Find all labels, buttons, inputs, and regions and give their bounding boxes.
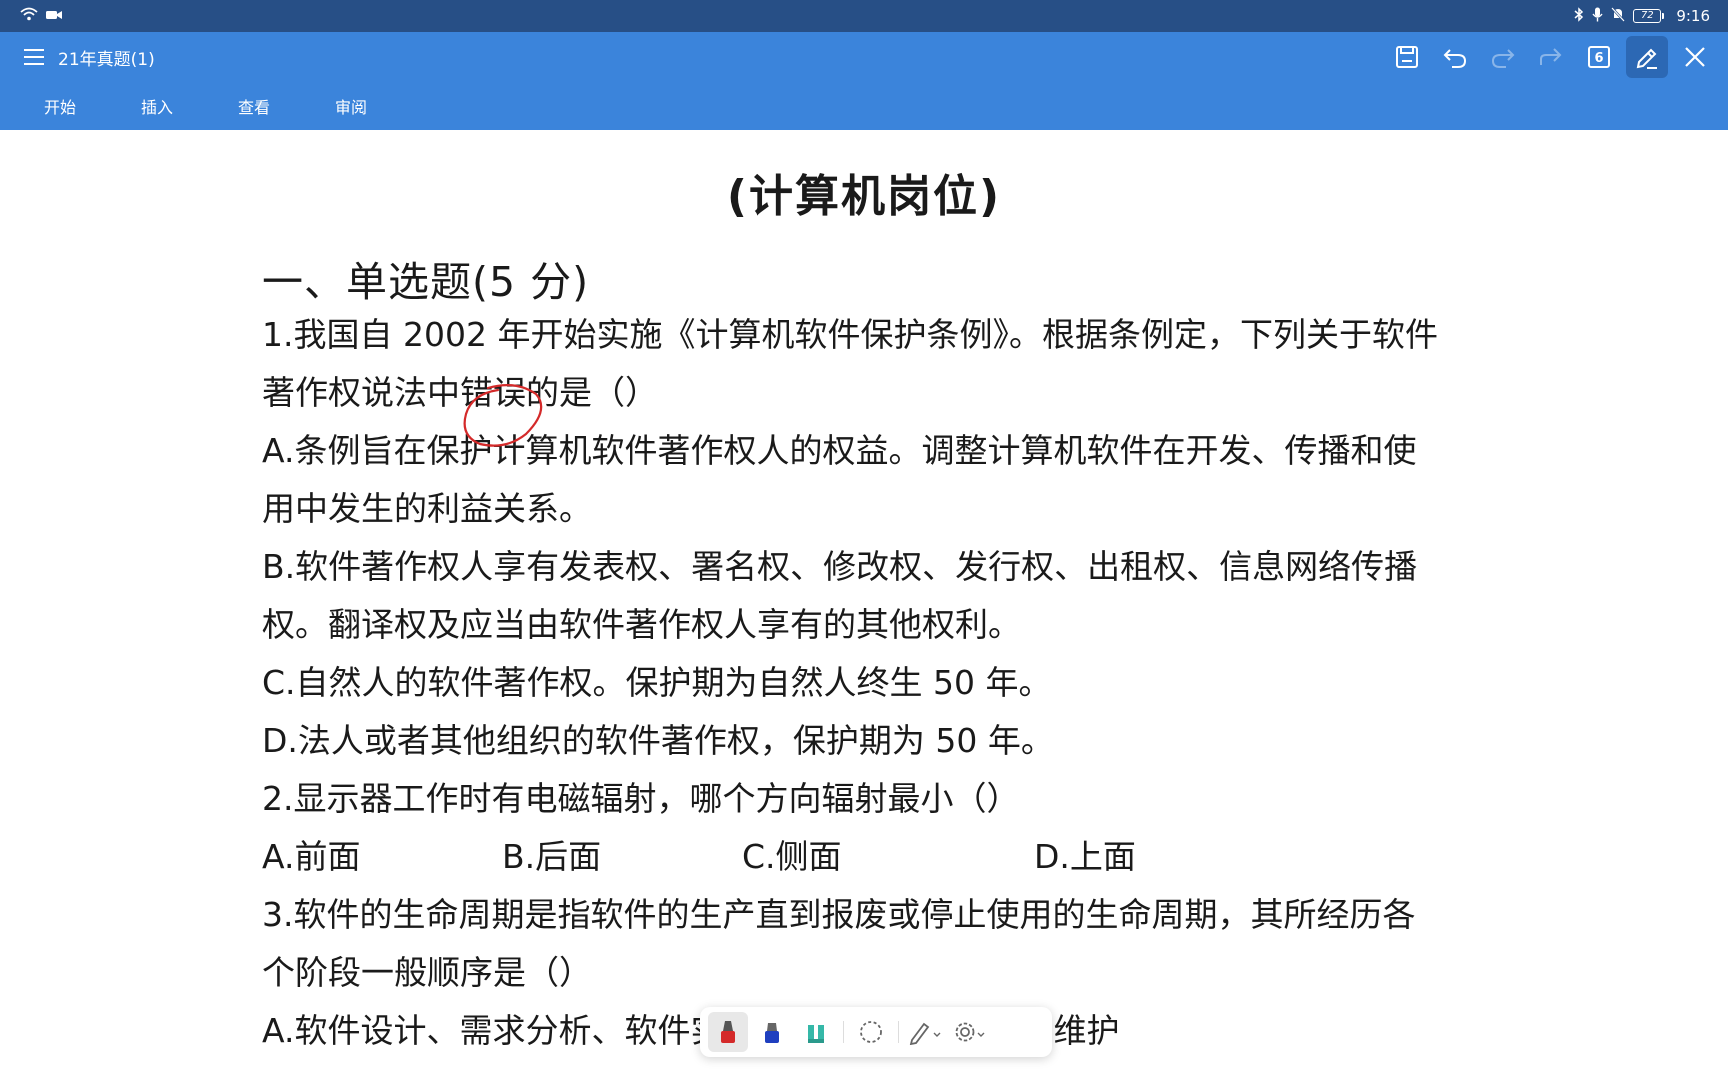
ribbon-tabs: 开始 插入 查看 审阅 [0, 82, 432, 130]
toolbar-divider [898, 1021, 899, 1043]
settings-icon[interactable] [950, 1012, 990, 1052]
option-d: D.上面 [1034, 837, 1136, 876]
text-line: 著作权说法中错误的是（） [262, 373, 658, 412]
question-options: A.前面 B.后面 C.侧面 D.上面 [262, 828, 1472, 886]
menu-icon[interactable] [20, 43, 48, 71]
text-line: D.法人或者其他组织的软件著作权，保护期为 50 年。 [262, 721, 1054, 760]
tab-review[interactable]: 审阅 [335, 94, 432, 118]
highlighter-icon[interactable] [796, 1012, 836, 1052]
app-header: 21年真题(1) 6 开始 插入 查看 审阅 [0, 32, 1728, 130]
clock: 9:16 [1676, 7, 1710, 25]
red-pen-icon[interactable] [708, 1012, 748, 1052]
battery-icon: 72 [1633, 9, 1665, 23]
document-title: 21年真题(1) [58, 49, 155, 70]
section-title: 一、单选题(5 分) [262, 258, 590, 306]
share-icon[interactable] [1530, 36, 1572, 78]
redo-icon[interactable] [1482, 36, 1524, 78]
lasso-icon[interactable] [851, 1012, 891, 1052]
save-icon[interactable] [1386, 36, 1428, 78]
text-line: 权。翻译权及应当由软件著作权人享有的其他权利。 [262, 605, 1021, 644]
option-c: C.侧面 [742, 837, 842, 876]
toolbar-divider [843, 1021, 844, 1043]
mute-icon [1611, 6, 1626, 26]
tab-view[interactable]: 查看 [238, 94, 335, 118]
tab-insert[interactable]: 插入 [141, 94, 238, 118]
undo-icon[interactable] [1434, 36, 1476, 78]
text-line: 3.软件的生命周期是指软件的生产直到报废或停止使用的生命周期，其所经历各 [262, 895, 1416, 934]
status-bar: 72 9:16 [0, 0, 1728, 32]
document-heading: (计算机岗位) [726, 171, 1002, 222]
mic-icon [1592, 7, 1603, 26]
camera-icon [46, 7, 62, 25]
option-b: B.后面 [502, 837, 602, 876]
text-line: 个阶段一般顺序是（） [262, 953, 592, 992]
text-line: 用中发生的利益关系。 [262, 489, 592, 528]
option-a: A.前面 [262, 837, 361, 876]
battery-level: 72 [1633, 9, 1662, 23]
status-right: 72 9:16 [1574, 6, 1710, 26]
pen-style-icon[interactable] [906, 1012, 946, 1052]
close-icon[interactable] [1674, 36, 1716, 78]
pen-edit-icon[interactable] [1626, 36, 1668, 78]
text-line: C.自然人的软件著作权。保护期为自然人终生 50 年。 [262, 663, 1052, 702]
pen-toolbar [700, 1007, 1052, 1057]
tab-start[interactable]: 开始 [44, 94, 141, 118]
text-line: B.软件著作权人享有发表权、署名权、修改权、发行权、出租权、信息网络传播 [262, 547, 1418, 586]
page-count-icon[interactable]: 6 [1578, 36, 1620, 78]
blue-marker-icon[interactable] [752, 1012, 792, 1052]
text-line: 1.我国自 2002 年开始实施《计算机软件保护条例》。根据条例定，下列关于软件 [262, 315, 1438, 354]
wifi-icon [20, 7, 38, 25]
bluetooth-icon [1574, 6, 1584, 26]
text-line: 2.显示器工作时有电磁辐射，哪个方向辐射最小（） [262, 779, 1020, 818]
document-body: 1.我国自 2002 年开始实施《计算机软件保护条例》。根据条例定，下列关于软件… [262, 306, 1472, 1060]
text-line: A.条例旨在保护计算机软件著作权人的权益。调整计算机软件在开发、传播和使 [262, 431, 1417, 470]
title-row: 21年真题(1) 6 [0, 32, 1728, 82]
status-left [20, 7, 62, 25]
page-count: 6 [1594, 51, 1603, 66]
header-toolbar: 6 [1386, 36, 1716, 78]
document-page[interactable]: (计算机岗位) 一、单选题(5 分) 1.我国自 2002 年开始实施《计算机软… [0, 130, 1728, 1080]
